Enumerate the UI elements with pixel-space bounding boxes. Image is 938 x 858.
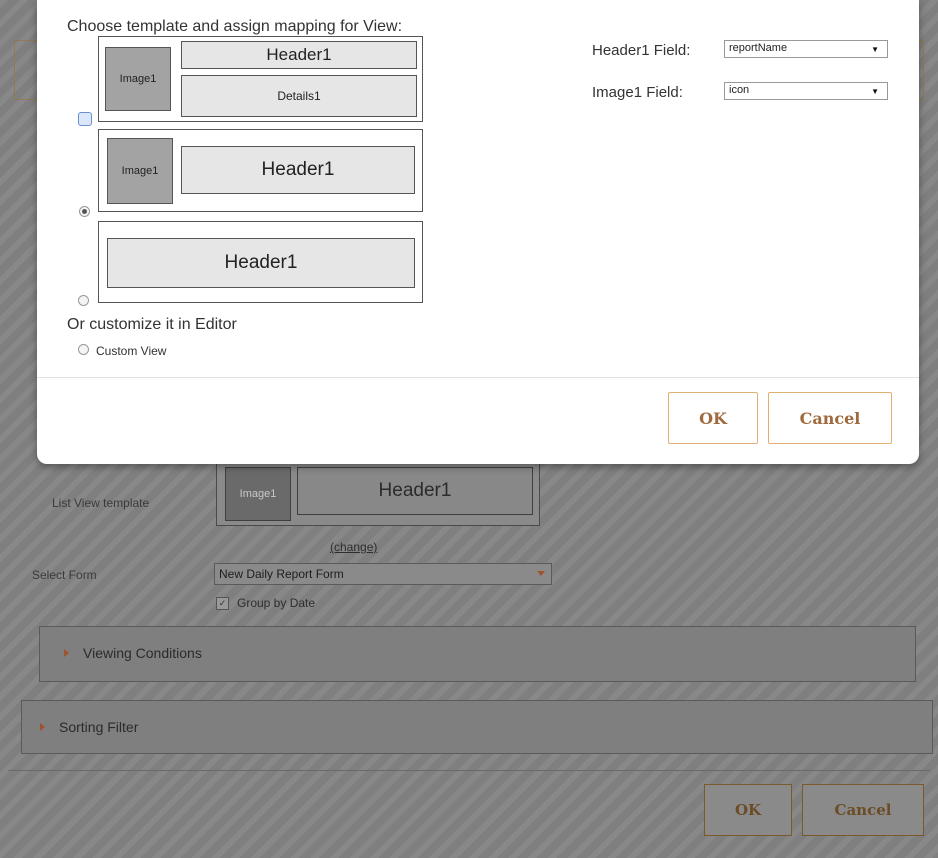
viewing-conditions-label: Viewing Conditions: [83, 645, 202, 661]
template-option-1-radio[interactable]: [78, 112, 92, 126]
mini-template-header: Header1: [297, 467, 533, 515]
template-image-placeholder: Image1: [105, 47, 171, 111]
template-option-image-header-details[interactable]: Image1 Header1 Details1: [98, 36, 423, 122]
dropdown-arrow-icon: ▼: [871, 45, 879, 54]
sorting-filter-label: Sorting Filter: [59, 719, 139, 735]
template-option-image-header[interactable]: Image1 Header1: [98, 129, 423, 212]
bg-cancel-button: Cancel: [802, 784, 924, 836]
template-option-2-radio[interactable]: [79, 206, 90, 217]
list-view-template-preview: Image1 Header1: [216, 462, 540, 526]
bg-ok-button: OK: [704, 784, 792, 836]
template-image-placeholder: Image1: [107, 138, 173, 204]
template-header-placeholder: Header1: [181, 146, 415, 194]
chevron-down-icon: [537, 571, 545, 576]
image1-field-label: Image1 Field:: [592, 84, 683, 101]
header1-field-select[interactable]: reportName ▼: [724, 40, 888, 58]
dialog-footer-divider: [37, 377, 919, 378]
header1-field-value: reportName: [729, 42, 788, 54]
template-header-placeholder: Header1: [107, 238, 415, 288]
bg-footer-divider: [8, 770, 930, 771]
ok-button[interactable]: OK: [668, 392, 758, 444]
select-form-dropdown[interactable]: New Daily Report Form: [214, 563, 552, 585]
header1-field-label: Header1 Field:: [592, 42, 691, 59]
image1-field-select[interactable]: icon ▼: [724, 82, 888, 100]
template-option-header-only[interactable]: Header1: [98, 221, 423, 303]
group-by-date-label: Group by Date: [237, 596, 316, 610]
caret-right-icon: [40, 723, 45, 731]
group-by-date-checkbox[interactable]: ✓ Group by Date: [216, 596, 315, 610]
list-view-label: List View template: [52, 496, 150, 510]
caret-right-icon: [64, 649, 69, 657]
template-details-placeholder: Details1: [181, 75, 417, 117]
cancel-button[interactable]: Cancel: [768, 392, 892, 444]
viewing-conditions-panel[interactable]: Viewing Conditions: [39, 626, 916, 682]
change-template-link[interactable]: (change): [330, 540, 377, 554]
checkbox-checked-icon: ✓: [216, 596, 229, 610]
select-form-value: New Daily Report Form: [219, 567, 344, 581]
template-option-3-radio[interactable]: [78, 295, 89, 306]
custom-view-radio[interactable]: [78, 344, 89, 355]
image1-field-value: icon: [729, 84, 750, 96]
sorting-filter-panel[interactable]: Sorting Filter: [21, 700, 933, 754]
mini-template-image: Image1: [225, 467, 291, 521]
dropdown-arrow-icon: ▼: [871, 87, 879, 96]
custom-view-label[interactable]: Custom View: [96, 344, 166, 358]
template-header-placeholder: Header1: [181, 41, 417, 69]
dialog-title: Choose template and assign mapping for V…: [67, 18, 403, 35]
customize-editor-heading: Or customize it in Editor: [67, 316, 237, 333]
select-form-label: Select Form: [32, 568, 97, 582]
